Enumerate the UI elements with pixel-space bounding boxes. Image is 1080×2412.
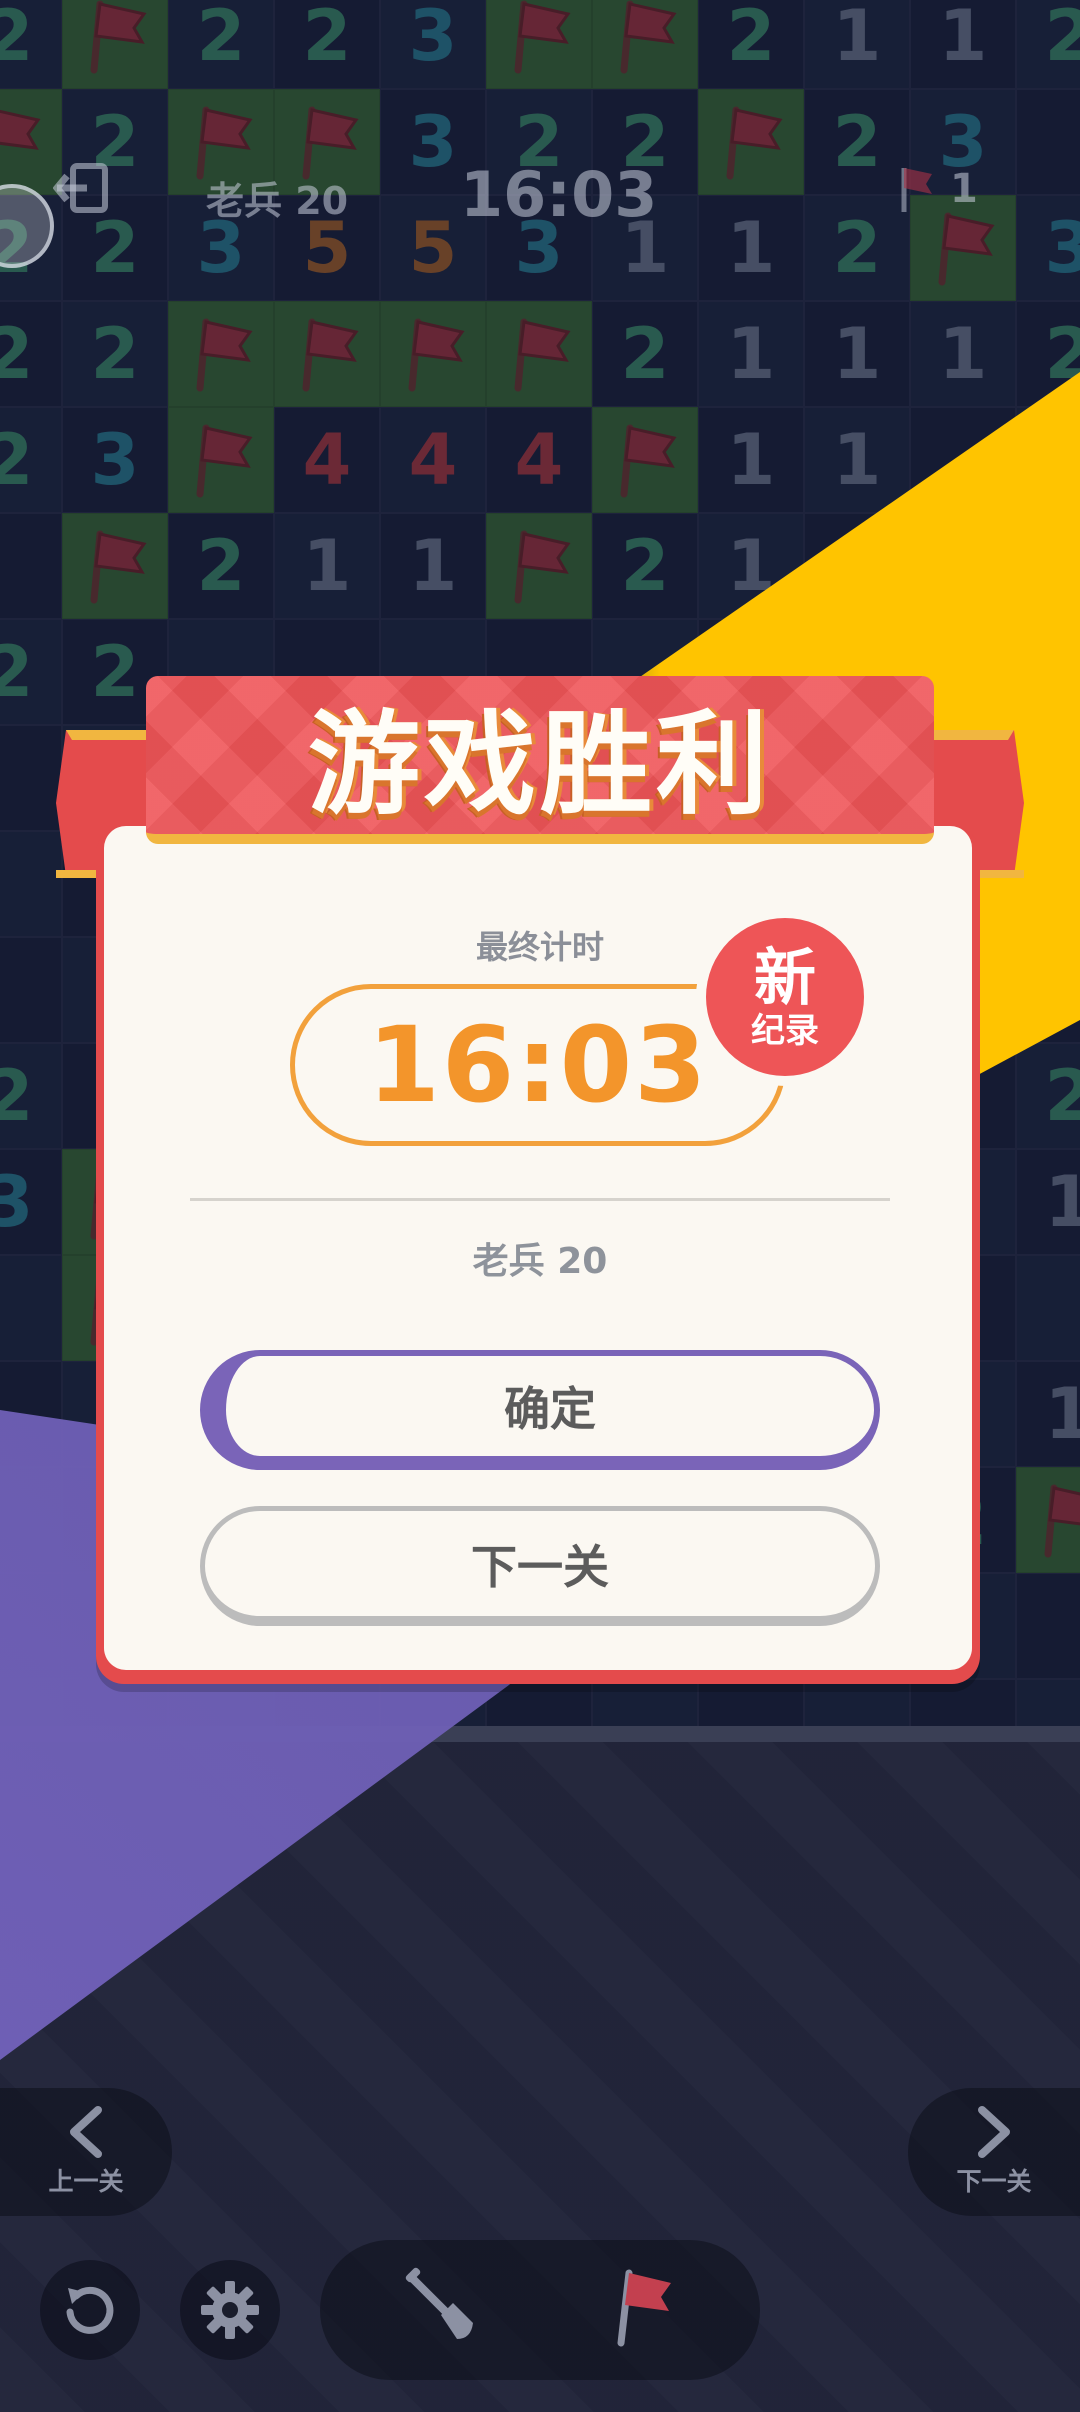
- record-badge-big: 新: [753, 941, 816, 1014]
- chevron-left-icon: [70, 2106, 102, 2158]
- next-level-button[interactable]: 下一关: [200, 1506, 880, 1626]
- game-screen: 2223211223222322355311232221112234441121…: [0, 0, 1080, 2412]
- restart-icon: [66, 2286, 114, 2334]
- settings-button[interactable]: [180, 2260, 280, 2360]
- final-time-value: 16:03: [367, 1004, 709, 1126]
- exit-icon: [53, 163, 108, 213]
- record-badge-small: 纪录: [751, 1011, 819, 1051]
- next-level-nav-label: 下一关: [956, 2167, 1032, 2196]
- exit-button[interactable]: [38, 148, 128, 228]
- flag-tool-button[interactable]: [600, 2262, 690, 2352]
- tool-selector: [320, 2240, 760, 2380]
- restart-button[interactable]: [40, 2260, 140, 2360]
- new-record-badge: 新 纪录: [706, 918, 864, 1076]
- next-level-nav-button[interactable]: 下一关: [908, 2088, 1080, 2216]
- dialog-level-label: 老兵 20: [472, 1241, 608, 1282]
- timer: 16:03: [460, 158, 658, 231]
- confirm-button[interactable]: 确定: [200, 1350, 880, 1470]
- flag-icon: [617, 2269, 671, 2347]
- flag-count: 1: [950, 166, 978, 212]
- final-time-label: 最终计时: [475, 928, 604, 966]
- flag-counter: 1: [896, 164, 978, 214]
- flag-icon: [901, 168, 932, 212]
- chevron-right-icon: [978, 2106, 1010, 2158]
- prev-level-button[interactable]: 上一关: [0, 2088, 172, 2216]
- shovel-icon: [405, 2267, 473, 2339]
- victory-banner: 游戏胜利: [146, 676, 934, 844]
- prev-level-label: 上一关: [48, 2167, 124, 2196]
- dialog-title: 游戏胜利: [308, 700, 772, 830]
- dig-tool-button[interactable]: [396, 2262, 486, 2352]
- level-indicator: 老兵 20: [206, 179, 349, 223]
- divider: [190, 1198, 890, 1201]
- gear-icon: [201, 2281, 259, 2339]
